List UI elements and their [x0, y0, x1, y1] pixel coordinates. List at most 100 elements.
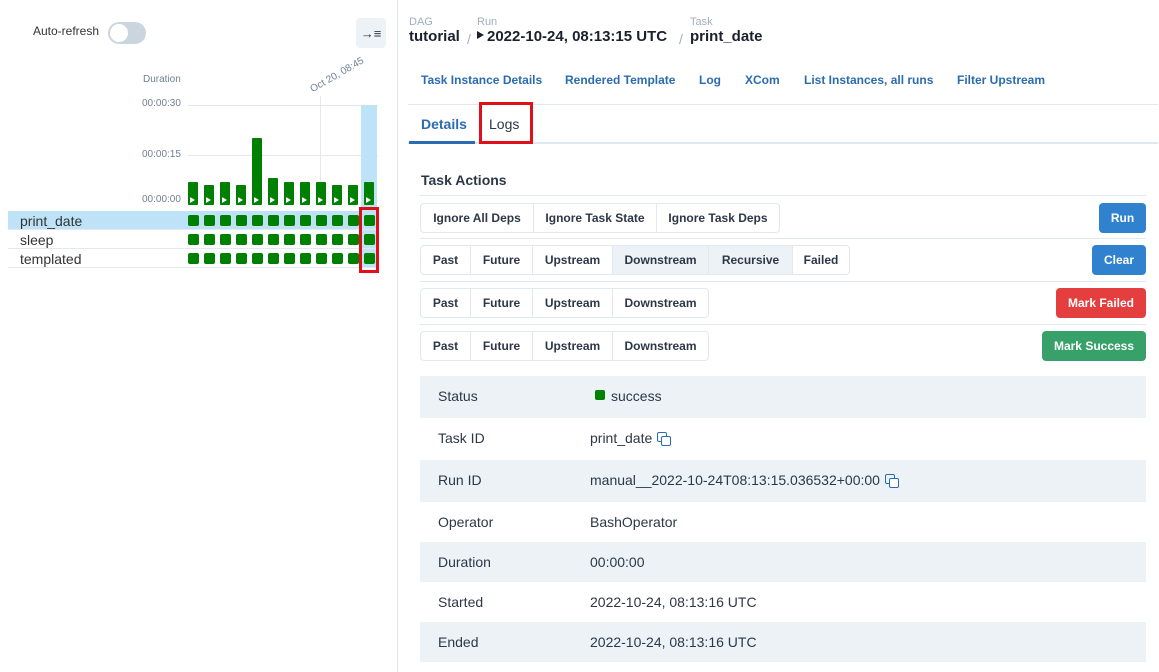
option-downstream-button[interactable]: Downstream	[612, 331, 709, 361]
duration-bar[interactable]	[348, 185, 358, 205]
breadcrumb-task[interactable]: Task print_date	[690, 16, 763, 45]
run-button[interactable]: Run	[1099, 203, 1146, 233]
task-instance-cell[interactable]	[300, 253, 311, 264]
link-list-instances[interactable]: List Instances, all runs	[804, 73, 933, 87]
task-instance-cell[interactable]	[188, 234, 199, 245]
option-upstream-button[interactable]: Upstream	[532, 288, 613, 318]
tick-label: 00:00:00	[142, 194, 181, 205]
tab-details[interactable]: Details	[421, 116, 467, 132]
task-instance-cell[interactable]	[204, 215, 215, 226]
option-past-button[interactable]: Past	[420, 288, 471, 318]
task-instance-cell[interactable]	[204, 253, 215, 264]
mark-success-button[interactable]: Mark Success	[1042, 331, 1146, 361]
option-upstream-button[interactable]: Upstream	[532, 331, 613, 361]
task-row[interactable]: templated	[8, 249, 378, 268]
task-instance-cell[interactable]	[348, 253, 359, 264]
link-filter-upstream[interactable]: Filter Upstream	[957, 73, 1045, 87]
breadcrumb-separator: /	[679, 31, 683, 47]
details-key: Duration	[438, 554, 491, 570]
details-row: Run ID manual__2022-10-24T08:13:15.036532…	[420, 460, 1146, 502]
task-name[interactable]: sleep	[20, 232, 53, 248]
task-row[interactable]: print_date	[8, 211, 378, 230]
task-instance-cell[interactable]	[236, 215, 247, 226]
manual-run-icon	[302, 197, 307, 203]
task-instance-cell[interactable]	[316, 234, 327, 245]
duration-bar[interactable]	[220, 182, 230, 205]
copy-icon[interactable]	[884, 474, 899, 488]
task-instance-cell[interactable]	[300, 215, 311, 226]
airflow-task-page: Auto-refresh →≡ Duration 00:00:30 00:00:…	[0, 0, 1159, 672]
copy-icon[interactable]	[657, 432, 672, 446]
task-instance-cell[interactable]	[332, 234, 343, 245]
task-instance-cell[interactable]	[268, 215, 279, 226]
breadcrumb-run-value: 2022-10-24, 08:13:15 UTC	[487, 28, 668, 45]
option-recursive-button[interactable]: Recursive	[708, 245, 793, 275]
option-ignore-all-deps-button[interactable]: Ignore All Deps	[420, 203, 534, 233]
clear-options-group: Past Future Upstream Downstream Recursive Fai…	[420, 245, 850, 275]
option-past-button[interactable]: Past	[420, 245, 471, 275]
task-instance-cell[interactable]	[348, 234, 359, 245]
option-failed-button[interactable]: Failed	[792, 245, 850, 275]
duration-bar[interactable]	[316, 182, 326, 205]
breadcrumb-dag[interactable]: DAG tutorial	[409, 16, 460, 45]
details-value-text: print_date	[590, 430, 653, 446]
task-instance-cell[interactable]	[188, 253, 199, 264]
option-downstream-button[interactable]: Downstream	[612, 245, 709, 275]
option-future-button[interactable]: Future	[470, 331, 533, 361]
task-list: print_datesleep templated	[8, 211, 378, 268]
task-instance-cell[interactable]	[252, 253, 263, 264]
duration-bar[interactable]	[204, 185, 214, 205]
clear-button[interactable]: Clear	[1092, 245, 1146, 275]
option-past-button[interactable]: Past	[420, 331, 471, 361]
task-instance-cell[interactable]	[284, 234, 295, 245]
task-instance-cell[interactable]	[332, 215, 343, 226]
divider	[420, 324, 1146, 325]
duration-bar[interactable]	[236, 185, 246, 205]
task-name[interactable]: print_date	[20, 213, 82, 229]
duration-bar[interactable]	[300, 182, 310, 205]
task-row[interactable]: sleep	[8, 230, 378, 249]
breadcrumb-run[interactable]: Run 2022-10-24, 08:13:15 UTC	[477, 16, 667, 45]
option-future-button[interactable]: Future	[470, 245, 533, 275]
task-instance-cell[interactable]	[316, 215, 327, 226]
task-instance-cell[interactable]	[252, 215, 263, 226]
details-value: 00:00:00	[590, 554, 645, 570]
duration-bar[interactable]	[332, 185, 342, 205]
duration-bar[interactable]	[364, 182, 374, 205]
link-log[interactable]: Log	[699, 73, 721, 87]
task-name[interactable]: templated	[20, 251, 81, 267]
option-future-button[interactable]: Future	[470, 288, 533, 318]
task-instance-cell[interactable]	[236, 253, 247, 264]
task-instance-cell[interactable]	[284, 215, 295, 226]
manual-run-icon	[222, 197, 227, 203]
task-instance-cell[interactable]	[220, 234, 231, 245]
task-instance-cell[interactable]	[252, 234, 263, 245]
task-instance-cell[interactable]	[348, 215, 359, 226]
link-rendered-template[interactable]: Rendered Template	[565, 73, 675, 87]
link-xcom[interactable]: XCom	[745, 73, 780, 87]
task-instance-cell[interactable]	[284, 253, 295, 264]
option-ignore-task-deps-button[interactable]: Ignore Task Deps	[656, 203, 780, 233]
duration-bar[interactable]	[188, 182, 198, 205]
task-instance-cell[interactable]	[220, 215, 231, 226]
task-instance-cell[interactable]	[204, 234, 215, 245]
collapse-panel-icon[interactable]: →≡	[356, 18, 386, 48]
link-task-instance-details[interactable]: Task Instance Details	[421, 73, 542, 87]
duration-bar[interactable]	[252, 138, 262, 205]
manual-run-icon	[350, 197, 355, 203]
task-instance-cell[interactable]	[268, 253, 279, 264]
task-instance-cell[interactable]	[332, 253, 343, 264]
task-instance-cell[interactable]	[300, 234, 311, 245]
task-instance-cell[interactable]	[236, 234, 247, 245]
duration-bar[interactable]	[268, 178, 278, 205]
task-instance-cell[interactable]	[220, 253, 231, 264]
task-instance-cell[interactable]	[188, 215, 199, 226]
option-ignore-task-state-button[interactable]: Ignore Task State	[533, 203, 657, 233]
autorefresh-toggle[interactable]	[108, 22, 146, 44]
task-instance-cell[interactable]	[316, 253, 327, 264]
option-upstream-button[interactable]: Upstream	[532, 245, 613, 275]
task-instance-cell[interactable]	[268, 234, 279, 245]
option-downstream-button[interactable]: Downstream	[612, 288, 709, 318]
mark-failed-button[interactable]: Mark Failed	[1056, 288, 1146, 318]
duration-bar[interactable]	[284, 182, 294, 205]
